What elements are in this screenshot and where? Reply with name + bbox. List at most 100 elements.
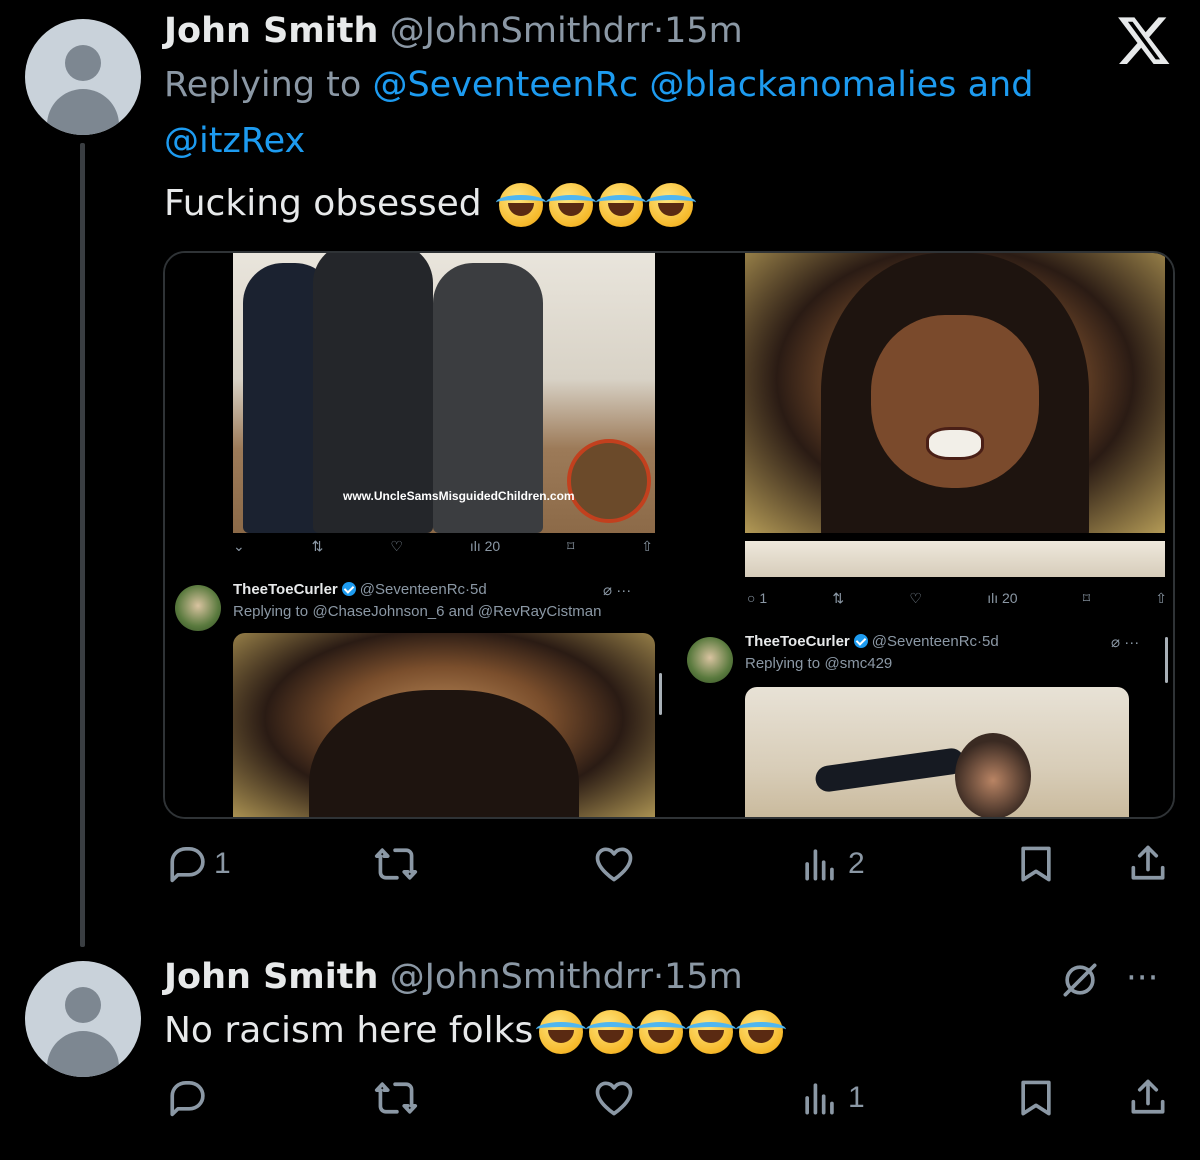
quoted-author-name: TheeToeCurler — [745, 633, 850, 650]
tweet-action-row: 1 — [164, 1070, 1176, 1126]
more-icon: ··· — [1126, 958, 1159, 998]
verified-icon — [341, 582, 356, 596]
grok-icon — [1063, 963, 1097, 997]
replying-to-label: Replying to — [164, 65, 362, 105]
grok-button[interactable] — [1058, 958, 1102, 1002]
mention-connector[interactable]: and — [968, 65, 1034, 105]
like-button[interactable] — [592, 836, 636, 892]
views-button[interactable]: 2 — [798, 836, 865, 892]
retweet-icon — [374, 848, 418, 880]
quoted-replying-label: Replying to — [745, 655, 821, 672]
views-count: 20 — [1001, 590, 1018, 606]
separator-dot: · — [653, 11, 665, 51]
laughing-emoji-icon — [586, 1010, 637, 1054]
verified-icon — [853, 634, 868, 648]
quoted-timestamp: 5d — [982, 633, 999, 650]
tweet-text-content: No racism here folks — [164, 1010, 534, 1051]
views-button[interactable]: 1 — [798, 1070, 865, 1126]
views-count: 2 — [848, 847, 865, 880]
avatar-body-shape — [47, 1031, 119, 1077]
avatar-body-shape — [47, 89, 119, 135]
bookmark-button[interactable] — [1014, 1070, 1058, 1126]
timestamp[interactable]: 15m — [664, 957, 743, 997]
avatar[interactable] — [25, 19, 141, 135]
retweet-icon: ⇅ — [832, 589, 845, 606]
avatar[interactable] — [25, 961, 141, 1077]
quoted-replying-label: Replying to — [233, 603, 309, 620]
seal-logo — [567, 439, 651, 523]
quoted-mentions: @smc429 — [824, 655, 893, 672]
reply-count: 1 — [759, 590, 768, 606]
reply-icon: ○ 1 — [747, 590, 768, 606]
tweet-text-content: Fucking obsessed — [164, 183, 482, 224]
reply-button[interactable]: 1 — [164, 836, 231, 892]
bookmark-icon: ⌑ — [1082, 589, 1090, 606]
reply-button[interactable] — [164, 1070, 208, 1126]
author-handle[interactable]: @JohnSmithdrr — [390, 11, 653, 51]
avatar-head-shape — [65, 987, 101, 1023]
mouth-shape — [925, 426, 985, 461]
tweet-media[interactable]: www.UncleSamsMisguidedChildren.com ⌄ ⇅ ♡… — [163, 251, 1175, 819]
grok-icon: ⌀ — [1111, 634, 1121, 651]
author-name[interactable]: John Smith — [164, 11, 378, 51]
scrollbar — [659, 673, 662, 715]
tweet-header: John Smith @JohnSmithdrr·15m — [164, 957, 743, 997]
laughing-emoji-icon — [686, 1010, 737, 1054]
laughing-emoji-icon — [646, 183, 697, 227]
thread-line — [80, 143, 85, 947]
share-button[interactable] — [1126, 836, 1170, 892]
laughing-emoji-icon — [736, 1010, 787, 1054]
views-icon — [805, 849, 834, 881]
reply-icon: ⌄ — [233, 537, 245, 554]
share-icon: ⇧ — [1155, 589, 1167, 606]
share-icon — [1131, 1079, 1165, 1114]
separator-dot: · — [653, 957, 665, 997]
share-icon: ⇧ — [641, 537, 653, 554]
tweet-action-row: 1 2 — [164, 836, 1176, 892]
kh-photo — [745, 687, 1129, 817]
like-icon: ♡ — [909, 589, 922, 606]
laughing-emoji-icon — [596, 183, 647, 227]
author-name[interactable]: John Smith — [164, 957, 378, 997]
more-button[interactable]: ··· — [1126, 958, 1158, 998]
author-handle[interactable]: @JohnSmithdrr — [390, 957, 653, 997]
screenshot-action-row: ○ 1 ⇅ ♡ ılı 20 ⌑ ⇧ — [747, 587, 1167, 609]
retweet-button[interactable] — [374, 836, 418, 892]
media-image-right[interactable]: ○ 1 ⇅ ♡ ılı 20 ⌑ ⇧ TheeToeCurler @Sevente… — [671, 253, 1173, 817]
laughing-emoji-icon — [496, 183, 547, 227]
bookmark-icon: ⌑ — [567, 537, 575, 554]
tweet-header: John Smith @JohnSmithdrr·15m — [164, 11, 743, 51]
media-image-left[interactable]: www.UncleSamsMisguidedChildren.com ⌄ ⇅ ♡… — [165, 253, 669, 817]
x-logo-icon[interactable] — [1116, 12, 1172, 68]
portrait-photo — [745, 253, 1165, 533]
bookmark-icon — [1021, 1080, 1051, 1116]
laughing-emoji-icon — [546, 183, 597, 227]
like-icon: ♡ — [390, 537, 403, 554]
views-count: 20 — [484, 538, 501, 554]
mention-link[interactable]: @itzRex — [164, 121, 305, 161]
like-icon — [595, 1081, 633, 1116]
retweet-icon: ⇅ — [311, 537, 324, 554]
object-shape — [813, 746, 967, 794]
watermark: www.UncleSamsMisguidedChildren.com — [343, 489, 575, 503]
laughing-emoji-icon — [536, 1010, 587, 1054]
quoted-timestamp: 5d — [470, 581, 487, 598]
timestamp[interactable]: 15m — [664, 11, 743, 51]
share-button[interactable] — [1126, 1070, 1170, 1126]
mention-link[interactable]: @SeventeenRc — [372, 65, 638, 105]
more-icon: ··· — [616, 582, 632, 599]
views-icon: ılı 20 — [469, 538, 501, 554]
like-button[interactable] — [592, 1070, 636, 1126]
mention-link[interactable]: @blackanomalies — [649, 65, 956, 105]
quoted-author-handle: @SeventeenRc — [359, 581, 466, 598]
reply-icon — [170, 846, 205, 883]
retweet-button[interactable] — [374, 1070, 418, 1126]
bookmark-button[interactable] — [1014, 836, 1058, 892]
portrait-photo — [233, 633, 655, 817]
courtroom-photo: www.UncleSamsMisguidedChildren.com — [233, 253, 655, 533]
screenshot-action-row: ⌄ ⇅ ♡ ılı 20 ⌑ ⇧ — [233, 535, 653, 557]
face-shape — [955, 733, 1031, 817]
laughing-emoji-icon — [636, 1010, 687, 1054]
replying-to-line: Replying to @SeventeenRc @blackanomalies… — [164, 65, 1033, 105]
reply-count: 1 — [214, 847, 231, 880]
